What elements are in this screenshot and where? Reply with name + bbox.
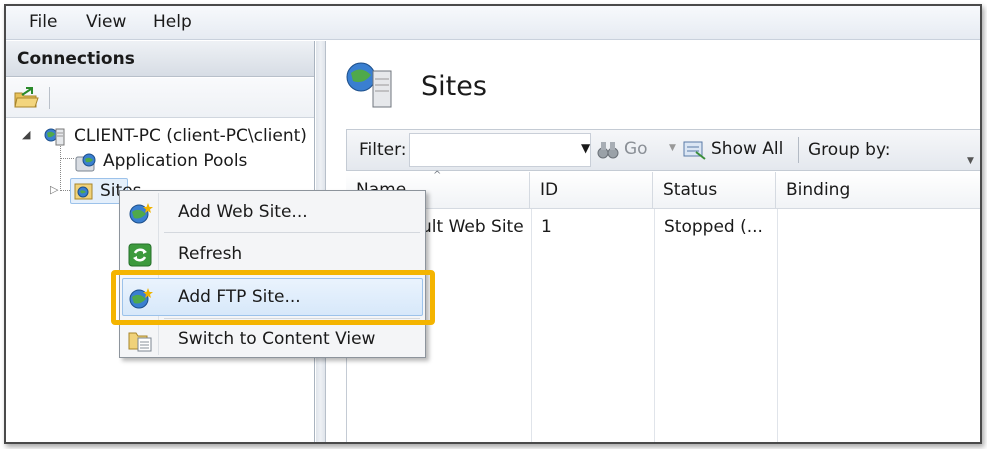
connections-toolbar <box>6 78 314 118</box>
show-all-button[interactable]: Show All <box>683 136 793 164</box>
filter-input[interactable] <box>409 133 591 167</box>
menu-label-switch-content-view: Switch to Content View <box>178 329 376 349</box>
tree-line <box>60 141 61 191</box>
menu-help[interactable]: Help <box>153 12 192 32</box>
go-label: Go <box>624 139 648 159</box>
binoculars-icon <box>597 142 619 159</box>
grid-header: Name ^ ID Status Binding <box>346 170 980 209</box>
go-button[interactable]: Go <box>597 138 649 164</box>
group-by-label: Group by: <box>808 140 891 160</box>
go-dropdown-icon[interactable]: ▼ <box>669 143 676 153</box>
refresh-icon <box>128 243 152 267</box>
tree-line <box>60 158 74 159</box>
server-globe-icon <box>44 128 65 146</box>
iis-manager-window: File View Help Connections ◢ CLIENT-PC (… <box>4 4 982 444</box>
menu-item-add-web-site[interactable]: Add Web Site... <box>122 193 423 231</box>
column-header-binding[interactable]: Binding <box>776 172 980 209</box>
app-pool-icon <box>75 153 96 172</box>
filter-label: Filter: <box>359 140 407 160</box>
menu-separator <box>164 232 420 233</box>
filter-dropdown-icon[interactable]: ▼ <box>581 141 590 155</box>
collapse-arrow-icon[interactable]: ◢ <box>22 128 30 141</box>
connect-folder-icon[interactable] <box>13 86 39 110</box>
content-view-icon <box>128 332 152 352</box>
show-all-icon <box>683 141 706 160</box>
menu-item-switch-content-view[interactable]: Switch to Content View <box>122 320 423 358</box>
globe-add-icon <box>129 203 153 224</box>
highlight-annotation <box>111 270 435 325</box>
filter-toolbar: Filter: ▼ Go ▼ Show All Group by: ▼ <box>346 129 980 171</box>
column-status-label: Status <box>663 180 718 200</box>
cell-name: ult Web Site <box>421 217 524 237</box>
menu-file[interactable]: File <box>29 12 57 32</box>
tree-label-server: CLIENT-PC (client-PC\client) <box>74 126 307 146</box>
column-header-id[interactable]: ID <box>530 172 653 209</box>
menu-label-add-web-site: Add Web Site... <box>178 202 308 222</box>
menu-view[interactable]: View <box>86 12 126 32</box>
page-title: Sites <box>421 71 487 102</box>
sites-folder-icon <box>74 183 93 200</box>
menu-item-refresh[interactable]: Refresh <box>122 235 423 273</box>
cell-status: Stopped (... <box>664 217 763 237</box>
menu-label-refresh: Refresh <box>178 244 243 264</box>
cell-id: 1 <box>541 217 552 237</box>
sites-header-icon <box>346 62 392 108</box>
show-all-label: Show All <box>711 139 784 159</box>
sites-grid: ult Web Site 1 Stopped (... <box>346 209 980 442</box>
sort-ascending-icon: ^ <box>433 170 442 181</box>
toolbar-separator <box>49 87 50 109</box>
toolbar-overflow-icon[interactable]: ▼ <box>967 156 974 166</box>
connections-header: Connections <box>6 41 314 77</box>
expand-arrow-icon[interactable]: ▷ <box>50 183 58 196</box>
toolbar-separator <box>798 137 799 163</box>
table-row[interactable]: ult Web Site 1 Stopped (... <box>347 209 980 245</box>
column-header-status[interactable]: Status <box>653 172 776 209</box>
column-id-label: ID <box>540 180 559 200</box>
menu-bar: File View Help <box>6 6 980 40</box>
tree-label-app-pools: Application Pools <box>103 151 248 171</box>
column-binding-label: Binding <box>786 180 851 200</box>
